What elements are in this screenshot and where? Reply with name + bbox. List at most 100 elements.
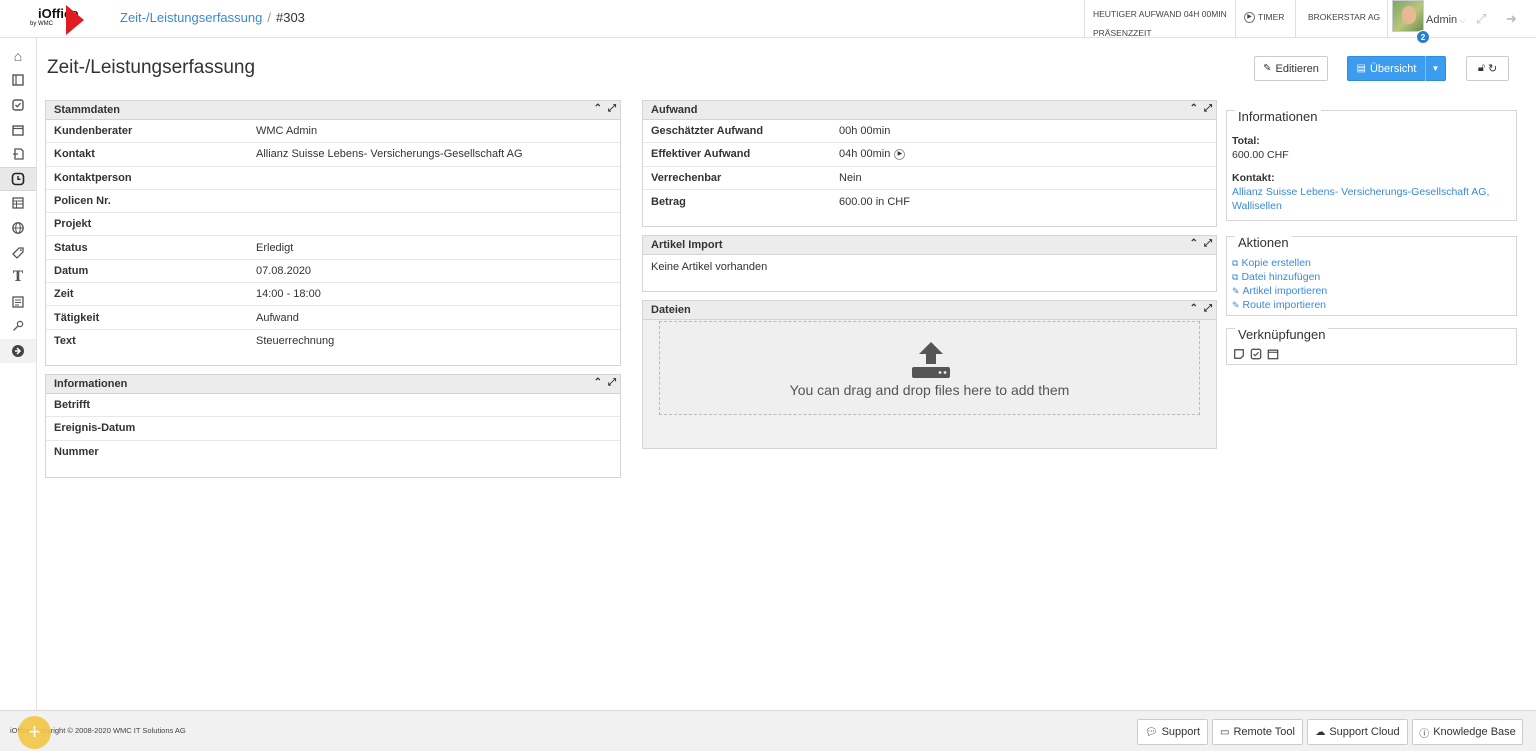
- table-row: Ereignis-Datum: [46, 417, 620, 441]
- overview-button-label: Übersicht: [1369, 62, 1417, 75]
- sidebar-item-time-tracking[interactable]: [0, 166, 36, 191]
- support-cloud-button-label: Support Cloud: [1329, 726, 1400, 738]
- overview-dropdown-toggle[interactable]: ▼: [1425, 56, 1446, 81]
- table-row: Projekt: [46, 213, 620, 237]
- expand-icon[interactable]: ⤢: [1204, 103, 1212, 114]
- user-menu[interactable]: 2 Admin ⌵ ⤢ ➜: [1387, 0, 1536, 44]
- row-label: Projekt: [54, 218, 92, 231]
- sidebar-item-web[interactable]: [0, 216, 36, 240]
- edit-icon: ✎: [1232, 300, 1240, 310]
- collapse-icon[interactable]: ⌃: [594, 377, 602, 388]
- user-name[interactable]: Admin ⌵: [1426, 14, 1466, 26]
- copy-action[interactable]: ⧉ Kopie erstellen: [1232, 256, 1511, 270]
- link-icons: [1233, 348, 1279, 360]
- breadcrumb-separator: /: [267, 10, 271, 25]
- sidebar-item-reports[interactable]: [0, 192, 36, 216]
- breadcrumb-link[interactable]: Zeit-/Leistungserfassung: [120, 10, 262, 25]
- calendar-icon[interactable]: [1267, 348, 1279, 360]
- panel-title: Aufwand: [651, 104, 698, 116]
- notification-badge[interactable]: 2: [1416, 30, 1430, 44]
- expand-icon[interactable]: ⤢: [1204, 303, 1212, 314]
- collapse-icon[interactable]: ⌃: [1190, 238, 1198, 249]
- fullscreen-icon[interactable]: ⤢: [1476, 11, 1486, 27]
- row-value: Nein: [839, 171, 862, 184]
- row-value: 600.00 in CHF: [839, 195, 910, 208]
- sidebar-item-tasks[interactable]: [0, 93, 36, 117]
- expand-icon[interactable]: ⤢: [608, 377, 616, 388]
- quick-add-button[interactable]: +: [18, 716, 51, 749]
- dropzone-text: You can drag and drop files here to add …: [789, 382, 1070, 398]
- plus-icon: +: [28, 719, 41, 744]
- support-button[interactable]: 💬︎ Support: [1137, 719, 1208, 745]
- company-name: BROKERSTAR AG: [1308, 12, 1381, 22]
- file-dropzone[interactable]: You can drag and drop files here to add …: [659, 321, 1200, 415]
- unlock-icon: 🔓︎: [1477, 62, 1485, 74]
- row-label: Geschätzter Aufwand: [651, 125, 764, 138]
- effort-summary[interactable]: HEUTIGER AUFWAND 04H 00MIN PRÄSENZZEIT: [1084, 0, 1235, 38]
- avatar-face: [1402, 6, 1416, 24]
- import-route-action[interactable]: ✎ Route importieren: [1232, 298, 1511, 312]
- sidebar-item-settings[interactable]: [0, 315, 36, 339]
- globe-icon: [12, 222, 24, 234]
- checkbox-icon[interactable]: [1250, 348, 1262, 360]
- stammdaten-panel: Stammdaten ⌃ ⤢ Kundenberater WMC Admin Kon…: [45, 100, 621, 366]
- row-value: Aufwand: [256, 311, 299, 324]
- copy-action-label: Kopie erstellen: [1241, 257, 1311, 269]
- remote-tool-button[interactable]: ▭ Remote Tool: [1212, 719, 1303, 745]
- chat-icon: 💬︎: [1144, 726, 1158, 738]
- sidebar-item-forms[interactable]: [0, 290, 36, 314]
- note-icon[interactable]: [1233, 348, 1245, 360]
- sidebar-item-documents[interactable]: [0, 142, 36, 166]
- company-selector[interactable]: BROKERSTAR AG: [1295, 0, 1387, 38]
- panel-header: Dateien ⌃ ⤢: [643, 301, 1216, 320]
- contact-link[interactable]: Allianz Suisse Lebens- Versicherungs-Ges…: [1232, 186, 1489, 198]
- remote-tool-button-label: Remote Tool: [1233, 726, 1295, 738]
- sidebar-item-tags[interactable]: [0, 241, 36, 265]
- breadcrumb-current: #303: [275, 10, 305, 25]
- overview-button[interactable]: ▤ Übersicht: [1347, 56, 1426, 81]
- lock-refresh-button[interactable]: 🔓︎ ↻: [1466, 56, 1509, 81]
- add-file-action[interactable]: ⧉ Datei hinzufügen: [1232, 270, 1511, 284]
- panel-header: Informationen ⌃ ⤢: [46, 375, 620, 394]
- pencil-icon: ✎: [1263, 63, 1272, 74]
- row-label: Datum: [54, 264, 89, 277]
- timer-button[interactable]: ▶ TIMER: [1235, 0, 1295, 38]
- collapse-icon[interactable]: ⌃: [594, 103, 602, 114]
- sidebar-item-templates[interactable]: T: [0, 265, 36, 289]
- panel-header: Stammdaten ⌃ ⤢: [46, 101, 620, 120]
- support-cloud-button[interactable]: ☁ Support Cloud: [1307, 719, 1408, 745]
- row-label: Betrifft: [54, 399, 91, 412]
- avatar[interactable]: [1392, 0, 1424, 32]
- knowledge-base-button[interactable]: ⓘ Knowledge Base: [1412, 719, 1523, 745]
- import-route-action-label: Route importieren: [1242, 299, 1327, 311]
- collapse-icon[interactable]: ⌃: [1190, 303, 1198, 314]
- table-row: Zeit 14:00 - 18:00: [46, 283, 620, 307]
- table-row: Tätigkeit Aufwand: [46, 306, 620, 330]
- table-icon: [12, 197, 24, 210]
- expand-icon[interactable]: ⤢: [608, 103, 616, 114]
- expand-icon[interactable]: ⤢: [1204, 238, 1212, 249]
- play-icon[interactable]: ▶: [894, 148, 906, 160]
- row-value: Steuerrechnung: [256, 335, 335, 348]
- form-icon: [12, 296, 24, 308]
- row-value: Allianz Suisse Lebens- Versicherungs-Ges…: [256, 148, 523, 161]
- sidebar-item-home[interactable]: ⌂: [0, 44, 36, 68]
- info-box: Informationen Total: 600.00 CHF Kontakt:…: [1226, 109, 1517, 221]
- page-title: Zeit-/Leistungserfassung: [47, 57, 256, 78]
- sidebar-item-collapse[interactable]: [0, 339, 36, 363]
- calendar-icon: [12, 124, 24, 136]
- import-articles-action[interactable]: ✎ Artikel importieren: [1232, 284, 1511, 298]
- sidebar-item-notes[interactable]: [0, 69, 36, 93]
- contact-location-link[interactable]: Wallisellen: [1232, 200, 1282, 212]
- edit-button[interactable]: ✎ Editieren: [1254, 56, 1328, 81]
- row-value: 07.08.2020: [256, 264, 312, 277]
- row-label: Betrag: [651, 195, 686, 208]
- collapse-icon[interactable]: ⌃: [1190, 103, 1198, 114]
- logout-icon[interactable]: ➜: [1506, 11, 1517, 27]
- ioffice-logo[interactable]: iOffice by WMC: [30, 4, 86, 36]
- table-row: Betrifft: [46, 394, 620, 418]
- panel-tools: ⌃ ⤢: [1184, 238, 1212, 249]
- sidebar-item-calendar[interactable]: [0, 118, 36, 142]
- panel-title: Artikel Import: [651, 239, 723, 251]
- breadcrumb: Zeit-/Leistungserfassung / #303: [120, 10, 305, 25]
